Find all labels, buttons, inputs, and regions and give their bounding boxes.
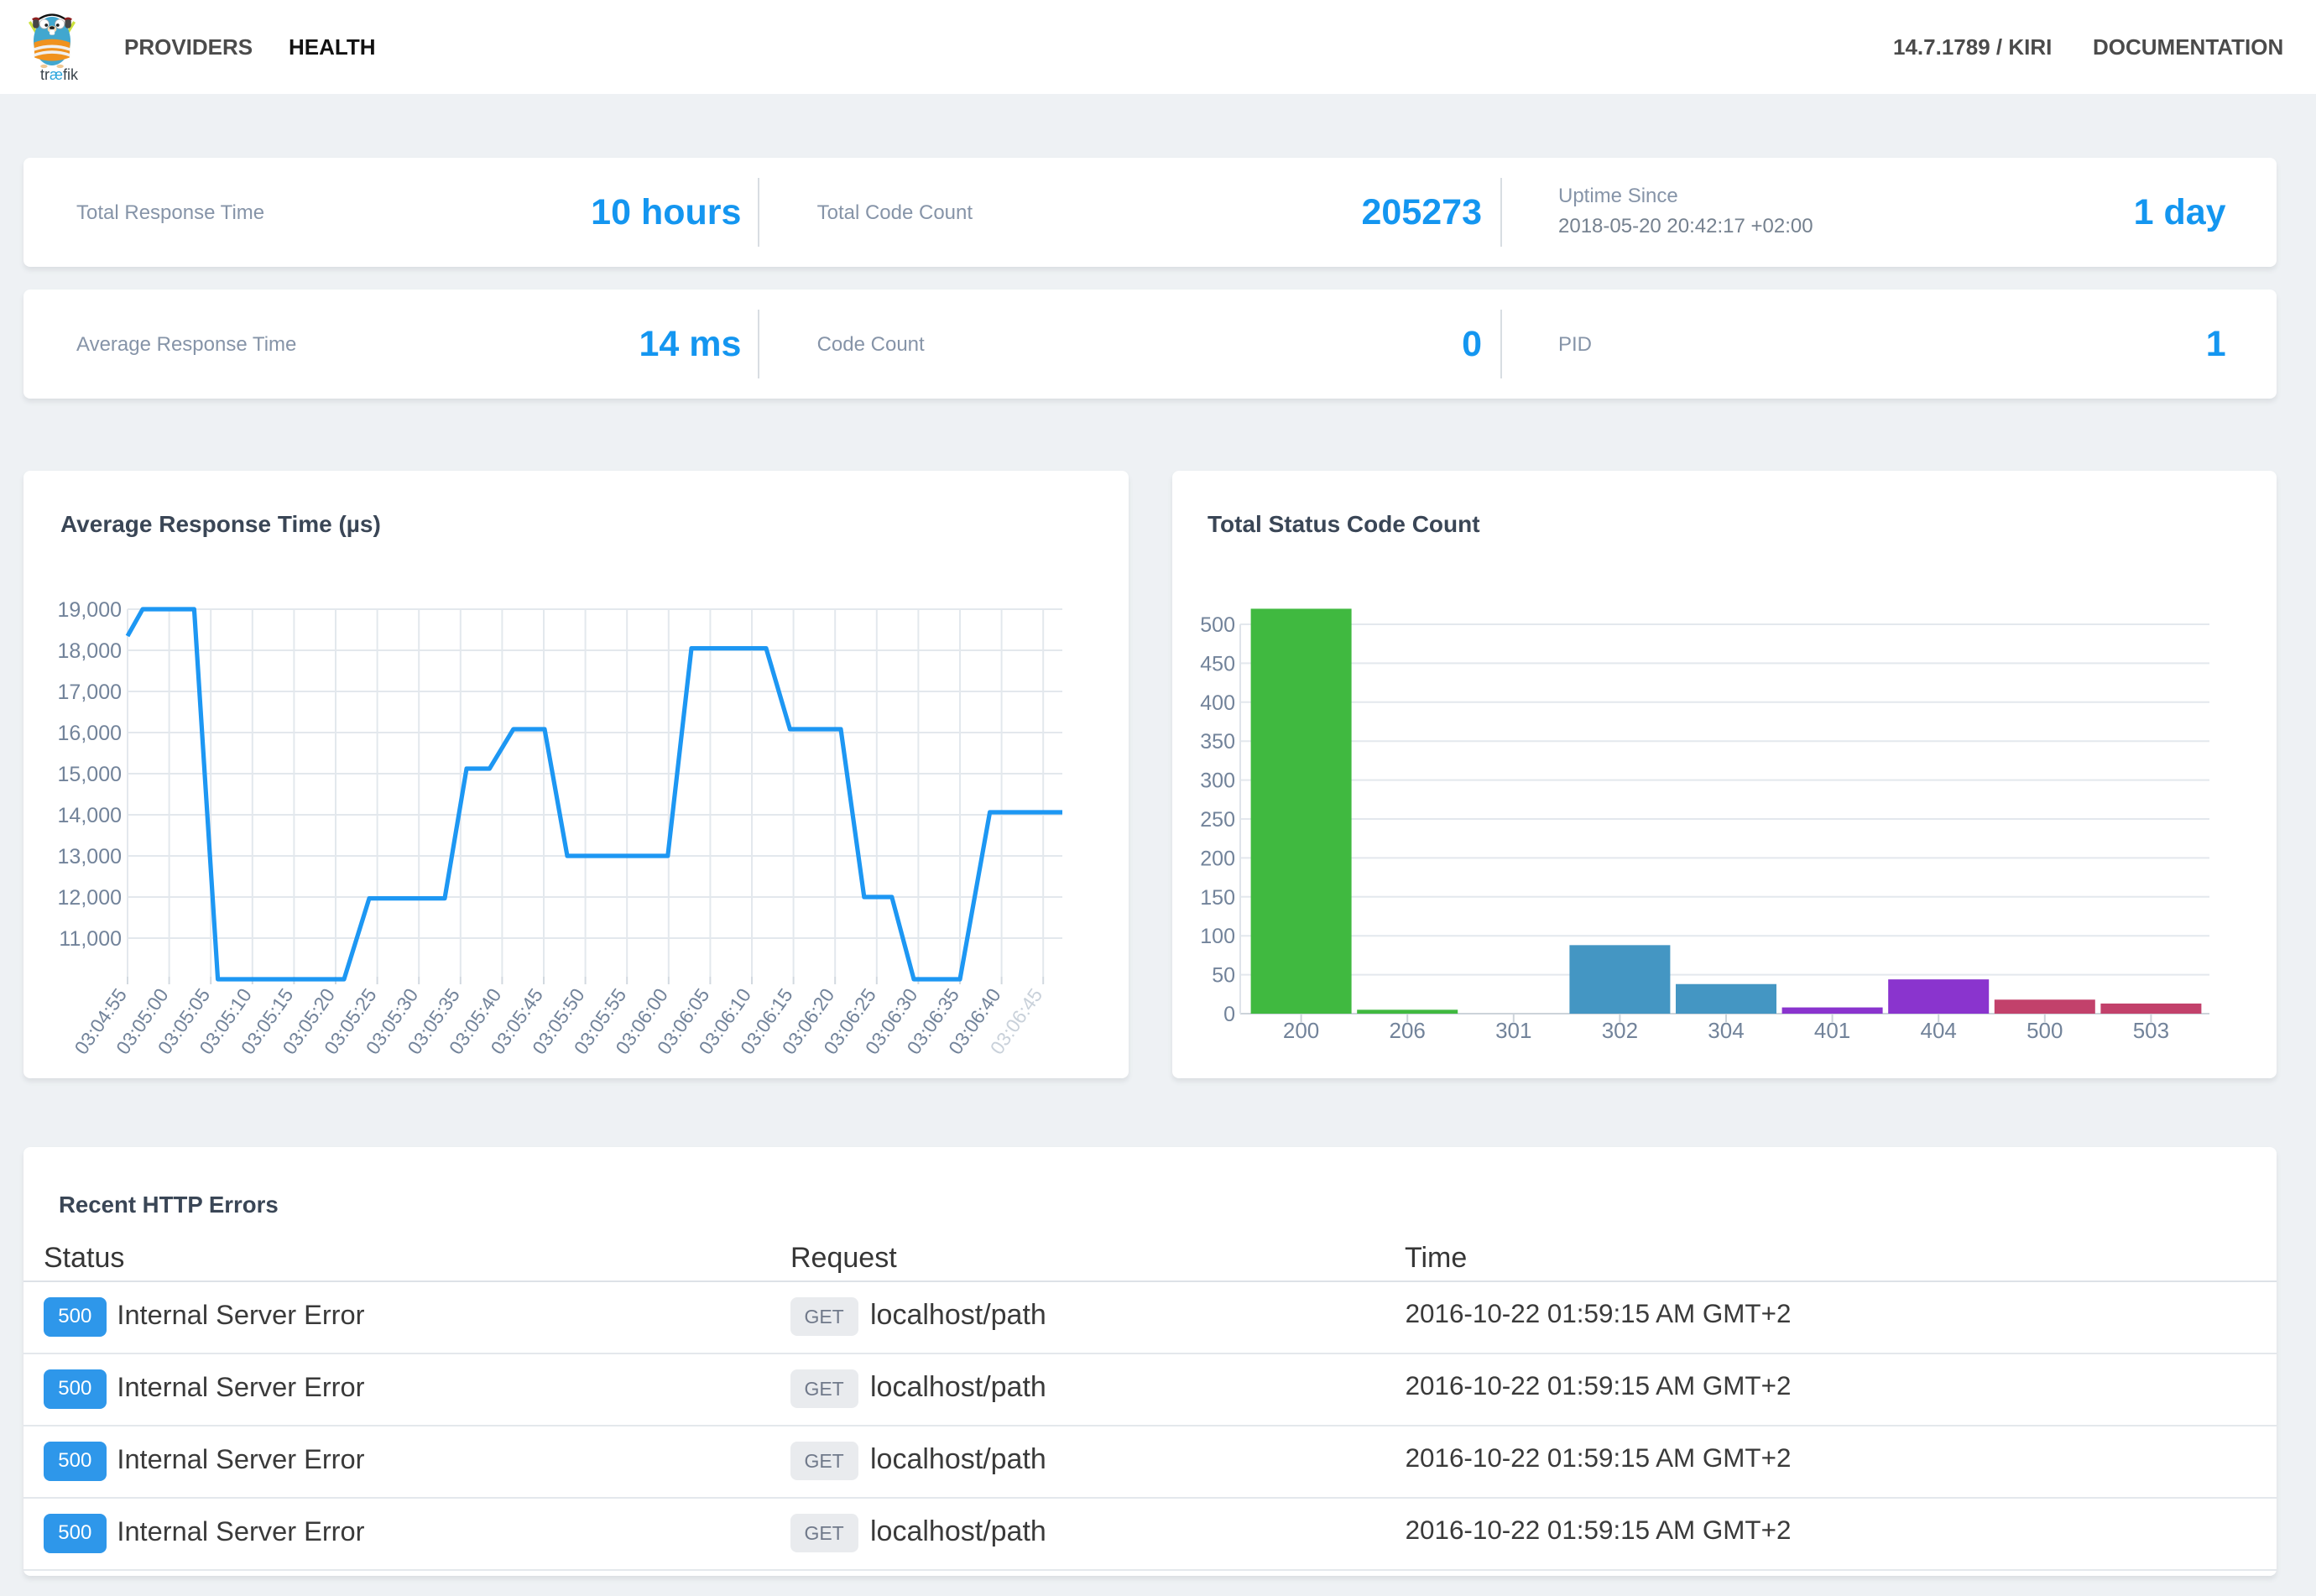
svg-text:11,000: 11,000 bbox=[59, 927, 122, 951]
svg-text:500: 500 bbox=[1200, 613, 1235, 637]
svg-text:503: 503 bbox=[2133, 1018, 2169, 1043]
svg-text:450: 450 bbox=[1200, 652, 1235, 675]
svg-text:401: 401 bbox=[1814, 1018, 1850, 1043]
svg-text:300: 300 bbox=[1200, 769, 1235, 793]
svg-text:301: 301 bbox=[1495, 1018, 1531, 1043]
svg-text:302: 302 bbox=[1602, 1018, 1638, 1043]
svg-text:15,000: 15,000 bbox=[58, 763, 122, 786]
svg-text:500: 500 bbox=[2026, 1018, 2063, 1043]
svg-text:304: 304 bbox=[1708, 1018, 1744, 1043]
svg-text:19,000: 19,000 bbox=[58, 598, 122, 622]
svg-text:17,000: 17,000 bbox=[58, 681, 122, 704]
svg-text:0: 0 bbox=[1223, 1003, 1235, 1026]
svg-text:400: 400 bbox=[1200, 691, 1235, 715]
svg-text:200: 200 bbox=[1200, 847, 1235, 870]
svg-text:14,000: 14,000 bbox=[58, 804, 122, 827]
svg-text:100: 100 bbox=[1200, 925, 1235, 948]
svg-text:18,000: 18,000 bbox=[58, 639, 122, 663]
svg-text:16,000: 16,000 bbox=[58, 722, 122, 745]
svg-text:150: 150 bbox=[1200, 886, 1235, 910]
svg-text:50: 50 bbox=[1212, 964, 1235, 988]
svg-text:206: 206 bbox=[1390, 1018, 1426, 1043]
svg-text:250: 250 bbox=[1200, 808, 1235, 832]
svg-text:350: 350 bbox=[1200, 730, 1235, 754]
svg-text:12,000: 12,000 bbox=[58, 886, 122, 910]
svg-text:200: 200 bbox=[1283, 1018, 1319, 1043]
svg-text:13,000: 13,000 bbox=[58, 845, 122, 868]
svg-text:404: 404 bbox=[1921, 1018, 1957, 1043]
